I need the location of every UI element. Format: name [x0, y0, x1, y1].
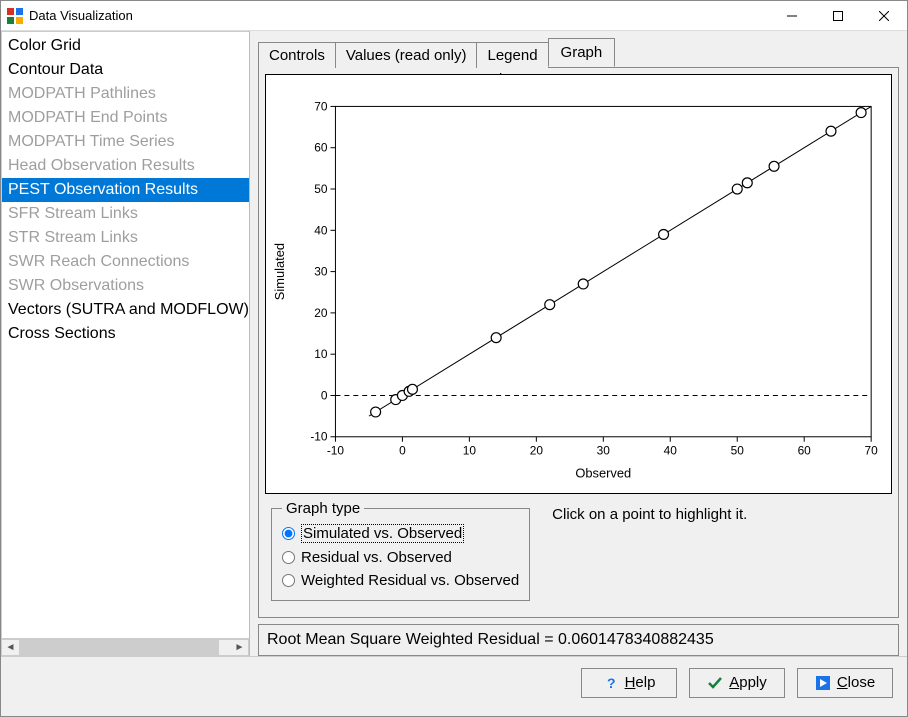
svg-text:0: 0	[321, 388, 328, 402]
tab-legend[interactable]: Legend	[476, 42, 548, 68]
tab-values-read-only-[interactable]: Values (read only)	[335, 42, 478, 68]
svg-text:20: 20	[314, 306, 328, 320]
close-window-button[interactable]	[861, 1, 907, 31]
sidebar-item-0[interactable]: Color Grid	[2, 34, 249, 58]
svg-text:Observed: Observed	[575, 465, 631, 480]
graph-type-radio-1[interactable]	[282, 551, 295, 564]
graph-type-radio-0[interactable]	[282, 527, 295, 540]
app-icon	[7, 8, 23, 24]
sidebar-horizontal-scrollbar[interactable]: ◄ ►	[1, 639, 249, 656]
svg-text:70: 70	[314, 99, 328, 113]
graph-type-option-0[interactable]: Simulated vs. Observed	[282, 521, 519, 546]
sidebar-item-8: STR Stream Links	[2, 226, 249, 250]
scroll-thumb[interactable]	[19, 640, 219, 655]
scroll-track[interactable]	[19, 640, 231, 655]
graph-type-option-2[interactable]: Weighted Residual vs. Observed	[282, 569, 519, 592]
sidebar-item-5: Head Observation Results	[2, 154, 249, 178]
tab-controls[interactable]: Controls	[258, 42, 336, 68]
graph-type-label-1: Residual vs. Observed	[301, 549, 452, 566]
graph-type-option-1[interactable]: Residual vs. Observed	[282, 546, 519, 569]
tab-graph[interactable]: Graph	[548, 38, 616, 67]
svg-text:70: 70	[865, 444, 879, 458]
tab-page-graph: -10 0 10 20 30 40 50 60 70 -10 0 10 20 30 40 50 60 70 Obse…	[258, 67, 899, 618]
svg-text:30: 30	[314, 265, 328, 279]
svg-text:50: 50	[731, 444, 745, 458]
svg-text:10: 10	[314, 347, 328, 361]
tab-bar: ControlsValues (read only)LegendGraph	[258, 37, 899, 67]
svg-text:10: 10	[463, 444, 477, 458]
graph-type-group: Graph type Simulated vs. Observed Residua…	[271, 500, 530, 601]
minimize-button[interactable]	[769, 1, 815, 31]
sidebar-item-9: SWR Reach Connections	[2, 250, 249, 274]
footer-button-bar: ? Help Apply Close	[1, 656, 907, 708]
graph-type-radio-2[interactable]	[282, 574, 295, 587]
svg-text:?: ?	[607, 675, 616, 691]
chart-hint-text: Click on a point to highlight it.	[552, 500, 747, 601]
graph-type-legend: Graph type	[282, 500, 364, 517]
graph-type-label-2: Weighted Residual vs. Observed	[301, 572, 519, 589]
svg-text:-10: -10	[327, 444, 345, 458]
svg-text:40: 40	[314, 223, 328, 237]
scroll-right-arrow-icon[interactable]: ►	[231, 640, 248, 655]
sidebar-item-1[interactable]: Contour Data	[2, 58, 249, 82]
svg-text:20: 20	[530, 444, 544, 458]
scroll-left-arrow-icon[interactable]: ◄	[2, 640, 19, 655]
sidebar-item-12[interactable]: Cross Sections	[2, 322, 249, 346]
sidebar-item-2: MODPATH Pathlines	[2, 82, 249, 106]
graph-type-label-0: Simulated vs. Observed	[301, 524, 464, 543]
sidebar-item-11[interactable]: Vectors (SUTRA and MODFLOW)	[2, 298, 249, 322]
sidebar-item-3: MODPATH End Points	[2, 106, 249, 130]
svg-text:60: 60	[314, 141, 328, 155]
apply-button[interactable]: Apply	[689, 668, 785, 698]
sidebar-item-7: SFR Stream Links	[2, 202, 249, 226]
sidebar-item-6[interactable]: PEST Observation Results	[2, 178, 249, 202]
titlebar: Data Visualization	[1, 1, 907, 31]
status-bar: Root Mean Square Weighted Residual = 0.0…	[258, 624, 899, 656]
svg-text:30: 30	[597, 444, 611, 458]
svg-text:60: 60	[798, 444, 812, 458]
svg-text:40: 40	[664, 444, 678, 458]
svg-text:0: 0	[399, 444, 406, 458]
sidebar-item-10: SWR Observations	[2, 274, 249, 298]
maximize-button[interactable]	[815, 1, 861, 31]
svg-text:-10: -10	[310, 430, 328, 444]
svg-text:50: 50	[314, 182, 328, 196]
sidebar-list[interactable]: Color GridContour DataMODPATH PathlinesM…	[1, 31, 249, 639]
svg-text:Simulated: Simulated	[272, 243, 287, 300]
sidebar-item-4: MODPATH Time Series	[2, 130, 249, 154]
window-title: Data Visualization	[29, 8, 769, 23]
chart-area[interactable]: -10 0 10 20 30 40 50 60 70 -10 0 10 20 30 40 50 60 70 Obse…	[265, 74, 892, 494]
close-button[interactable]: Close	[797, 668, 893, 698]
help-button[interactable]: ? Help	[581, 668, 677, 698]
